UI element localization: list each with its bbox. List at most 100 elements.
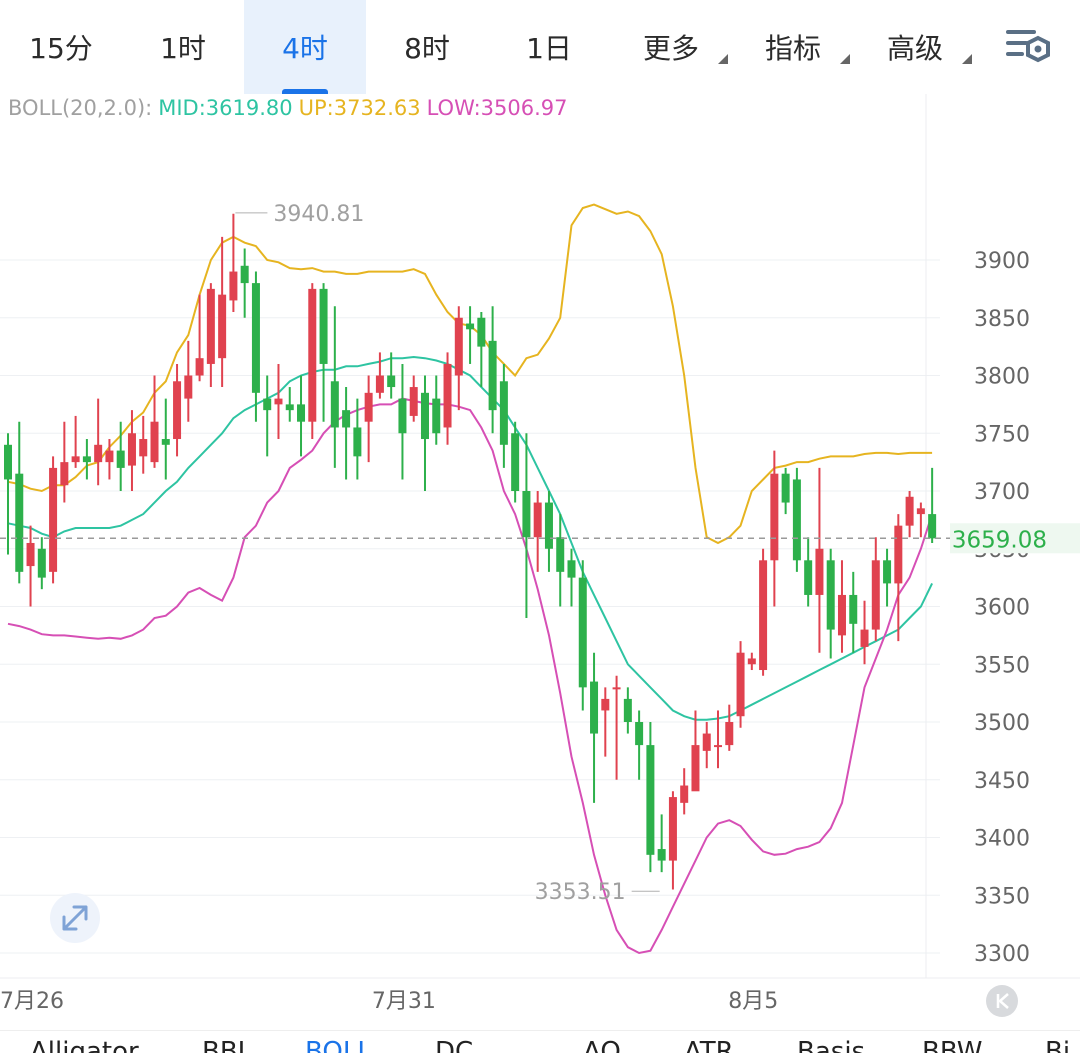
candle-body bbox=[60, 462, 69, 486]
candle-body bbox=[657, 849, 666, 861]
tab-5[interactable]: 更多 bbox=[610, 0, 732, 94]
chart-settings-button[interactable] bbox=[1000, 22, 1056, 70]
candle-body bbox=[578, 577, 587, 688]
candle-body bbox=[150, 421, 159, 463]
candle-body bbox=[274, 398, 283, 405]
candle-body bbox=[297, 404, 306, 422]
candle-body bbox=[691, 745, 700, 792]
candle-body bbox=[127, 433, 136, 466]
candle-body bbox=[522, 491, 531, 538]
candle-body bbox=[466, 323, 475, 330]
indicator-tab-1[interactable]: BBI bbox=[202, 1037, 245, 1053]
indicator-tab-2[interactable]: BOLL bbox=[305, 1037, 372, 1053]
tab-1[interactable]: 1时 bbox=[122, 0, 244, 94]
dropdown-triangle-icon bbox=[962, 54, 972, 64]
y-tick-label: 3450 bbox=[974, 769, 1030, 794]
indicator-tab-3[interactable]: DC bbox=[435, 1037, 473, 1053]
expand-chart-button[interactable] bbox=[50, 893, 100, 943]
tab-label: 8时 bbox=[404, 32, 450, 65]
candle-body bbox=[488, 340, 497, 411]
candle-body bbox=[646, 745, 655, 855]
indicator-tab-4[interactable]: AO bbox=[583, 1037, 621, 1053]
chart-settings-icon bbox=[1006, 30, 1050, 63]
tab-2[interactable]: 4时 bbox=[244, 0, 366, 94]
tab-label: 指标 bbox=[764, 32, 821, 65]
candle-body bbox=[792, 479, 801, 561]
candle-body bbox=[623, 698, 632, 722]
candle-body bbox=[375, 375, 384, 393]
candle-body bbox=[195, 358, 204, 376]
current-price-label: 3659.08 bbox=[952, 527, 1047, 553]
indicator-tab-7[interactable]: BBW bbox=[922, 1037, 982, 1053]
candle-body bbox=[894, 525, 903, 584]
indicator-tab-5[interactable]: ATR bbox=[684, 1037, 734, 1053]
tab-label: 15分 bbox=[29, 32, 93, 65]
candle-body bbox=[680, 785, 689, 803]
candle-body bbox=[725, 722, 734, 746]
y-tick-label: 3750 bbox=[974, 422, 1030, 447]
candle-body bbox=[849, 594, 858, 624]
indicator-tab-8[interactable]: Bi bbox=[1045, 1037, 1070, 1053]
candle-body bbox=[173, 381, 182, 440]
y-tick-label: 3350 bbox=[974, 884, 1030, 909]
tab-4[interactable]: 1日 bbox=[488, 0, 610, 94]
candle-body bbox=[499, 381, 508, 445]
candle-body bbox=[871, 560, 880, 630]
tab-6[interactable]: 指标 bbox=[732, 0, 854, 94]
candle-body bbox=[759, 560, 768, 671]
candle-body bbox=[409, 387, 418, 416]
candle-body bbox=[770, 473, 779, 561]
timeframe-tab-bar: 15分 1时 4时 8时 1日 更多 指标 高级 bbox=[0, 0, 1080, 94]
candle-body bbox=[308, 288, 317, 422]
candle-body bbox=[353, 427, 362, 457]
candle-body bbox=[26, 542, 35, 567]
candle-body bbox=[635, 722, 644, 746]
candle-body bbox=[747, 658, 756, 665]
candle-body bbox=[319, 288, 328, 364]
candle-body bbox=[398, 398, 407, 434]
tab-label: 1时 bbox=[160, 32, 206, 65]
candle-body bbox=[544, 502, 553, 549]
tab-7[interactable]: 高级 bbox=[854, 0, 976, 94]
candle-body bbox=[454, 317, 463, 376]
candle-body bbox=[71, 456, 80, 463]
candle-body bbox=[342, 410, 351, 428]
candle-body bbox=[916, 508, 925, 515]
y-tick-label: 3600 bbox=[974, 596, 1030, 621]
candle-body bbox=[860, 629, 869, 647]
x-axis-label: 7月31 bbox=[372, 989, 436, 1014]
candle-body bbox=[668, 797, 677, 861]
price-chart[interactable]: 3900385038003750370036503600355035003450… bbox=[0, 94, 1080, 1030]
candle-body bbox=[590, 681, 599, 734]
candle-body bbox=[161, 439, 170, 445]
candle-body bbox=[387, 375, 396, 388]
candle-body bbox=[804, 560, 813, 595]
candle-body bbox=[82, 456, 91, 463]
candle-body bbox=[364, 392, 373, 422]
candle-body bbox=[4, 444, 12, 480]
candle-body bbox=[928, 514, 937, 539]
scroll-reset-button[interactable] bbox=[986, 985, 1018, 1017]
candle-body bbox=[218, 294, 227, 359]
candle-body bbox=[905, 496, 914, 526]
candle-body bbox=[49, 467, 58, 572]
tab-3[interactable]: 8时 bbox=[366, 0, 488, 94]
candle-body bbox=[105, 450, 114, 463]
candle-body bbox=[15, 473, 24, 572]
candle-body bbox=[883, 560, 892, 584]
candle-body bbox=[533, 502, 542, 538]
candle-body bbox=[229, 271, 238, 301]
tab-label: 高级 bbox=[886, 32, 943, 65]
y-tick-label: 3900 bbox=[974, 249, 1030, 274]
candle-body bbox=[184, 375, 193, 399]
candle-body bbox=[736, 652, 745, 717]
candle-body bbox=[116, 450, 125, 468]
candle-body bbox=[511, 433, 520, 491]
candle-body bbox=[612, 687, 621, 690]
tab-0[interactable]: 15分 bbox=[0, 0, 122, 94]
indicator-tab-6[interactable]: Basis bbox=[797, 1037, 865, 1053]
indicator-tab-bar: Alligator BBI BOLL DC AO ATR Basis BBW Bi bbox=[0, 1030, 1080, 1053]
candle-body bbox=[781, 473, 790, 503]
indicator-tab-0[interactable]: Alligator bbox=[30, 1037, 139, 1053]
y-tick-label: 3550 bbox=[974, 653, 1030, 678]
